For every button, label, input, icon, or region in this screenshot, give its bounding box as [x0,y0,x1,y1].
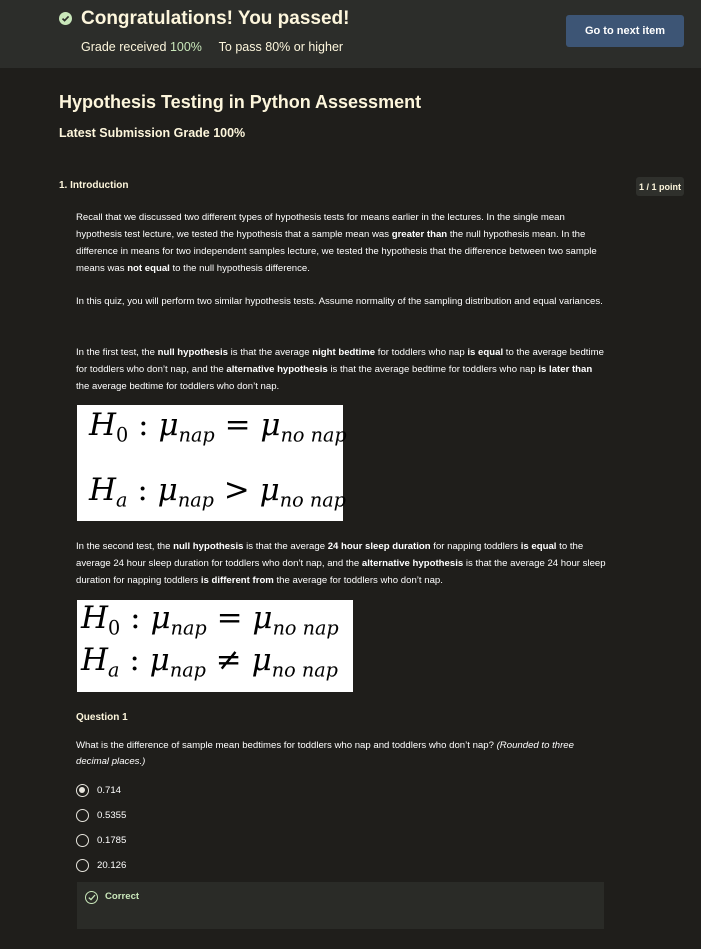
radio-button[interactable] [76,833,89,847]
feedback-text: Correct [105,891,140,902]
hypotheses-image-2: H0 : μnap = μno nap Ha : μnap ≠ μno nap [77,600,353,692]
intro-paragraph-1: Recall that we discussed two different t… [76,212,597,274]
emphasis-text: night bedtime [312,347,376,358]
feedback-box: Correct [77,882,604,929]
grade-summary: Grade received 100% To pass 80% or highe… [81,40,343,54]
null-hypothesis-equation: H0 : μnap = μno nap [81,600,339,640]
answer-option[interactable]: 20.126 [76,858,126,872]
emphasis-text: null hypothesis [157,347,228,358]
points-badge: 1 / 1 point [636,177,684,196]
emphasis-text: is equal [467,347,504,358]
intro-paragraph-2: In this quiz, you will perform two simil… [76,296,603,307]
hypotheses-image-1: H0 : μnap = μno nap Ha : μnap > μno nap [77,405,347,521]
radio-button[interactable] [76,858,89,872]
option-label: 0.5355 [97,809,127,821]
to-pass-label: To pass [218,40,262,54]
emphasis-text: null hypothesis [173,541,244,552]
page-title: Hypothesis Testing in Python Assessment [59,92,422,112]
latest-submission-grade: Latest Submission Grade 100% [59,126,246,140]
emphasis-text: is different from [200,575,274,586]
grade-received-label: Grade received [81,40,167,54]
option-label: 0.1785 [97,834,127,846]
grade-received-value: 100% [169,40,202,54]
option-label: 20.126 [97,859,127,871]
question-prompt: What is the difference of sample mean be… [76,740,497,751]
radio-button-selected[interactable] [76,783,89,797]
intro-paragraph-4: In the second test, the null hypothesis … [76,541,606,586]
go-to-next-item-button[interactable]: Go to next item [566,15,684,47]
alternative-hypothesis-equation: Ha : μnap ≠ μno nap [81,642,338,682]
emphasis-text: alternative hypothesis [361,558,464,569]
emphasis-text: is later than [538,364,593,375]
question-label: Question 1 [76,712,128,723]
answer-option[interactable]: 0.5355 [76,808,126,822]
check-circle-outline-icon [85,891,98,904]
emphasis-text: alternative hypothesis [226,364,328,375]
emphasis-text: 24 hour sleep duration [327,541,431,552]
option-label: 0.714 [97,784,122,796]
answer-option[interactable]: 0.1785 [76,833,126,847]
to-pass-value: 80% or higher [265,40,344,54]
pass-title: Congratulations! You passed! [81,8,350,29]
check-circle-icon [59,12,72,25]
question-text: What is the difference of sample mean be… [76,738,606,770]
emphasis-text: not equal [127,263,170,274]
item-title: 1. Introduction [59,180,129,191]
answer-option[interactable]: 0.714 [76,783,121,797]
radio-button[interactable] [76,808,89,822]
intro-paragraph-3: In the first test, the null hypothesis i… [76,347,604,392]
null-hypothesis-equation: H0 : μnap = μno nap [89,407,347,447]
pass-banner: Congratulations! You passed! Grade recei… [0,0,701,68]
emphasis-text: is equal [520,541,557,552]
emphasis-text: greater than [391,229,448,240]
alternative-hypothesis-equation: Ha : μnap > μno nap [89,472,346,512]
